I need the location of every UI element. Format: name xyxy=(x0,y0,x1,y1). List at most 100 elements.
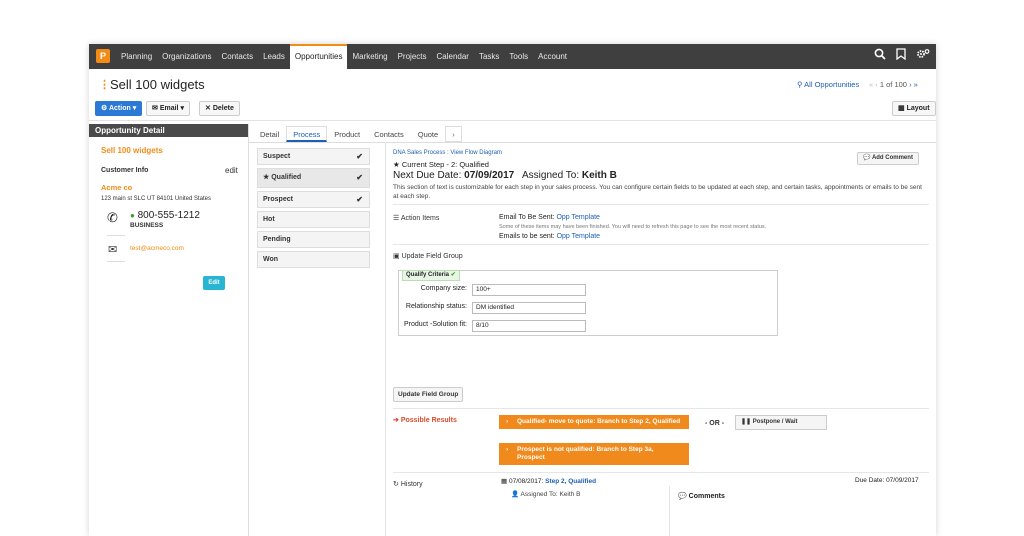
history-entry-date: ▦ 07/08/2017: Step 2, Qualified xyxy=(501,477,596,485)
tab-process[interactable]: Process xyxy=(286,126,328,142)
tab-quote[interactable]: Quote xyxy=(411,126,445,142)
next-due-line: Next Due Date: 07/09/2017 Assigned To: K… xyxy=(393,170,617,181)
comments-column: 💬 Comments xyxy=(669,486,925,536)
history-label: History xyxy=(400,481,423,488)
email-link[interactable]: test@acmeco.com xyxy=(130,245,184,252)
step-suspect[interactable]: Suspect ✔ xyxy=(257,148,370,165)
tab-detail[interactable]: Detail xyxy=(253,126,286,142)
postpone-wait-button[interactable]: ❚❚ Postpone / Wait xyxy=(735,415,827,430)
nav-item-opportunities[interactable]: Opportunities xyxy=(289,44,348,69)
nav-item-calendar[interactable]: Calendar xyxy=(432,44,474,69)
bookmark-icon[interactable] xyxy=(896,44,906,69)
nav-item-account[interactable]: Account xyxy=(533,44,572,69)
action-items-section: ☰ Action Items xyxy=(393,214,439,222)
layout-grid-icon: ▦ xyxy=(898,105,905,112)
comment-icon: 💬 xyxy=(678,493,687,500)
nav-item-organizations[interactable]: Organizations xyxy=(157,44,216,69)
result-option-qualified[interactable]: › Qualified- move to quote: Branch to St… xyxy=(499,415,689,429)
edit-button[interactable]: Edit xyxy=(203,276,225,290)
call-icon: ● xyxy=(130,211,135,220)
view-flow-diagram-link[interactable]: DNA Sales Process : View Flow Diagram xyxy=(393,150,502,156)
settings-gear-icon[interactable] xyxy=(916,44,930,69)
refresh-note: Some of these items may have been finish… xyxy=(499,224,767,230)
checkmark-icon: ✔ xyxy=(356,152,363,161)
qualify-criteria-tag: Qualify Criteria ✔ xyxy=(402,270,460,281)
product-solution-fit-input[interactable]: 8/10 xyxy=(472,320,586,332)
step-label: Pending xyxy=(263,236,291,243)
first-page-icon[interactable]: « xyxy=(869,80,873,89)
gear-icon: ⚙ xyxy=(101,105,108,112)
process-steps: Suspect ✔ ★ Qualified ✔ Prospect ✔ Hot P… xyxy=(257,148,370,271)
relationship-status-label: Relationship status: xyxy=(405,303,467,310)
update-field-group-label: Update Field Group xyxy=(401,253,463,260)
contact-divider xyxy=(107,235,125,236)
email-button-label: Email xyxy=(159,105,179,112)
star-icon: ★ xyxy=(263,174,270,181)
result-option-not-qualified[interactable]: › Prospect is not qualified: Branch to S… xyxy=(499,443,689,465)
nav-item-contacts[interactable]: Contacts xyxy=(217,44,259,69)
page-title: Sell 100 widgets xyxy=(110,77,205,92)
check-icon: ✔ xyxy=(450,272,456,278)
relationship-status-input[interactable]: DM identified xyxy=(472,302,586,314)
detail-tabs: Detail Process Product Contacts Quote › xyxy=(253,126,462,142)
product-solution-fit-label: Product -Solution fit: xyxy=(403,321,467,328)
add-comment-label: Add Comment xyxy=(871,155,913,161)
step-qualified[interactable]: ★ Qualified ✔ xyxy=(257,168,370,188)
last-page-icon[interactable]: » xyxy=(914,80,918,89)
step-pending[interactable]: Pending xyxy=(257,231,370,248)
action-button[interactable]: ⚙ Action ▾ xyxy=(95,101,143,116)
step-description: This section of text is customizable for… xyxy=(393,184,922,200)
phone-type: BUSINESS xyxy=(130,222,164,229)
delete-button[interactable]: ✕ Delete xyxy=(199,101,240,116)
pause-icon: ❚❚ xyxy=(741,419,752,425)
record-pager: « ‹ 1 of 100 › » xyxy=(869,80,918,89)
email-to-be-sent: Email To Be Sent: Opp Template xyxy=(499,214,600,221)
phone-number-text: 800-555-1212 xyxy=(137,210,200,221)
emails-to-be-sent-label: Emails to be sent: xyxy=(499,233,555,240)
phone-number[interactable]: ● 800-555-1212 xyxy=(130,210,200,221)
nav-item-leads[interactable]: Leads xyxy=(258,44,290,69)
column-divider xyxy=(385,142,386,536)
search-icon: ⚲ xyxy=(797,80,803,89)
update-field-group-button[interactable]: Update Field Group xyxy=(393,387,464,402)
phone-icon: ✆ xyxy=(107,210,118,225)
step-hot[interactable]: Hot xyxy=(257,211,370,228)
emails-template-link[interactable]: Opp Template xyxy=(557,233,600,240)
email-template-link[interactable]: Opp Template xyxy=(556,214,599,221)
next-page-icon[interactable]: › xyxy=(909,80,912,89)
nav-item-projects[interactable]: Projects xyxy=(393,44,432,69)
add-comment-button[interactable]: 💬 Add Comment xyxy=(857,152,919,165)
layout-button-label: Layout xyxy=(906,105,930,112)
app-window: P Planning Organizations Contacts Leads … xyxy=(89,44,936,536)
nav-item-tasks[interactable]: Tasks xyxy=(474,44,504,69)
layout-button[interactable]: ▦ Layout xyxy=(892,101,936,116)
email-button[interactable]: ✉ Email ▾ xyxy=(146,101,190,116)
panel-heading: Opportunity Detail xyxy=(89,124,248,137)
result-option-label: Qualified- move to quote: Branch to Step… xyxy=(517,418,681,425)
checkmark-icon: ✔ xyxy=(356,173,363,182)
previous-page-icon[interactable]: ‹ xyxy=(875,80,878,89)
nav-item-planning[interactable]: Planning xyxy=(116,44,157,69)
or-separator: - OR - xyxy=(705,420,725,427)
nav-item-tools[interactable]: Tools xyxy=(504,44,533,69)
app-logo[interactable]: P xyxy=(96,49,110,63)
step-won[interactable]: Won xyxy=(257,251,370,268)
search-icon[interactable] xyxy=(874,44,886,69)
tab-product[interactable]: Product xyxy=(327,126,367,142)
arrow-right-icon: ➔ xyxy=(393,417,399,424)
action-items-label: Action Items xyxy=(400,215,440,222)
tab-contacts[interactable]: Contacts xyxy=(367,126,411,142)
contact-divider xyxy=(107,261,125,262)
company-name[interactable]: Acme co xyxy=(101,183,132,192)
field-group-icon: ▣ xyxy=(393,253,400,260)
step-prospect[interactable]: Prospect ✔ xyxy=(257,191,370,208)
more-options-icon[interactable]: ⋮ xyxy=(99,80,110,91)
edit-customer-link[interactable]: edit xyxy=(225,166,238,175)
step-label: Qualified xyxy=(271,174,302,181)
nav-item-marketing[interactable]: Marketing xyxy=(347,44,392,69)
tab-scroll-right-icon[interactable]: › xyxy=(445,126,462,142)
company-size-input[interactable]: 100+ xyxy=(472,284,586,296)
history-step-link[interactable]: Step 2, Qualified xyxy=(545,478,596,485)
all-opportunities-link[interactable]: ⚲ All Opportunities xyxy=(797,80,859,89)
email-to-be-sent-label: Email To Be Sent: xyxy=(499,214,555,221)
